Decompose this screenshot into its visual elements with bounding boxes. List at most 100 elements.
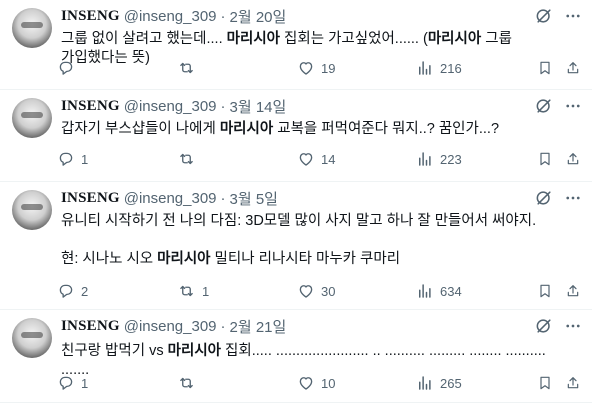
avatar[interactable] — [12, 8, 52, 48]
likes-count: 19 — [321, 60, 336, 76]
bookmark-icon — [537, 374, 553, 392]
retweet-button[interactable] — [177, 57, 202, 79]
display-name[interactable]: INSENG — [61, 8, 120, 25]
avatar[interactable] — [12, 190, 52, 230]
separator-dot: · — [220, 189, 226, 207]
views-button[interactable]: 223 — [416, 148, 462, 170]
user-handle[interactable]: @inseng_309 — [124, 190, 217, 207]
separator-dot: · — [220, 7, 226, 25]
more-options-icon[interactable] — [564, 317, 582, 335]
heart-icon — [297, 150, 315, 168]
views-icon — [416, 374, 434, 392]
reply-button[interactable]: 2 — [57, 280, 88, 302]
bookmark-icon — [537, 150, 553, 168]
share-icon — [565, 282, 581, 300]
bookmark-button[interactable] — [537, 148, 553, 170]
reply-button[interactable]: 1 — [57, 372, 88, 394]
tweet-feed: INSENG @inseng_309 · 2월 20일 그룹 없이 살려고 했는데...… — [0, 0, 592, 403]
avatar[interactable] — [12, 98, 52, 138]
more-options-icon[interactable] — [564, 97, 582, 115]
tweet-date[interactable]: 3월 14일 — [230, 96, 287, 117]
tweet-actions: 19 216 — [57, 57, 585, 79]
heart-icon — [297, 282, 315, 300]
views-button[interactable]: 216 — [416, 57, 462, 79]
retweet-icon — [177, 59, 196, 77]
tweet[interactable]: INSENG @inseng_309 · 2월 21일 친구랑 밥먹기 vs 마리시아 … — [0, 310, 592, 403]
tweet-header: INSENG @inseng_309 · 3월 14일 — [61, 96, 286, 116]
like-button[interactable]: 10 — [297, 372, 335, 394]
bookmark-button[interactable] — [537, 280, 553, 302]
share-button[interactable] — [565, 148, 581, 170]
highlighted-keyword: 마리시아 — [157, 251, 211, 267]
tweet-date[interactable]: 2월 20일 — [230, 6, 287, 27]
grok-icon[interactable] — [534, 6, 554, 26]
views-count: 223 — [440, 151, 462, 167]
views-count: 634 — [440, 283, 462, 299]
share-icon — [565, 59, 581, 77]
reply-icon — [57, 282, 75, 300]
reply-icon — [57, 59, 75, 77]
likes-count: 30 — [321, 283, 336, 299]
views-icon — [416, 150, 434, 168]
tweet-header: INSENG @inseng_309 · 2월 21일 — [61, 316, 286, 336]
highlighted-keyword: 마리시아 — [427, 31, 482, 47]
reply-icon — [57, 374, 75, 392]
like-button[interactable]: 19 — [297, 57, 335, 79]
tweet-text-segment: 교복을 퍼먹여준다 뭐지..? 꿈인가...? — [273, 121, 500, 137]
tweet-text-segment: 밀티나 리나시타 마누카 쿠마리 — [210, 251, 401, 267]
display-name[interactable]: INSENG — [61, 318, 120, 335]
retweet-icon — [177, 374, 196, 392]
header-icons — [534, 96, 582, 116]
bookmark-button[interactable] — [537, 372, 553, 394]
heart-icon — [297, 59, 315, 77]
like-button[interactable]: 14 — [297, 148, 335, 170]
views-icon — [416, 59, 434, 77]
user-handle[interactable]: @inseng_309 — [124, 8, 217, 25]
tweet-text-segment: 집회는 가고싶었어...... ( — [280, 31, 428, 47]
likes-count: 10 — [321, 375, 336, 391]
retweet-button[interactable] — [177, 148, 202, 170]
views-button[interactable]: 265 — [416, 372, 462, 394]
tweet-date[interactable]: 2월 21일 — [230, 316, 287, 337]
more-options-icon[interactable] — [564, 189, 582, 207]
likes-count: 14 — [321, 151, 336, 167]
highlighted-keyword: 마리시아 — [226, 31, 281, 47]
reply-button[interactable]: 1 — [57, 148, 88, 170]
bookmark-button[interactable] — [537, 57, 553, 79]
share-button[interactable] — [565, 57, 581, 79]
tweet-header: INSENG @inseng_309 · 3월 5일 — [61, 188, 278, 208]
more-options-icon[interactable] — [564, 7, 582, 25]
replies-count: 1 — [81, 375, 89, 391]
like-button[interactable]: 30 — [297, 280, 335, 302]
user-handle[interactable]: @inseng_309 — [124, 98, 217, 115]
grok-icon[interactable] — [534, 188, 554, 208]
tweet-date[interactable]: 3월 5일 — [230, 188, 278, 209]
header-icons — [534, 6, 582, 26]
tweet-text: 갑자기 부스샵들이 나에게 마리시아 교복을 퍼먹여준다 뭐지..? 꿈인가..… — [61, 120, 578, 139]
views-button[interactable]: 634 — [416, 280, 462, 302]
grok-icon[interactable] — [534, 316, 554, 336]
tweet-actions: 2 1 30 634 — [57, 280, 585, 302]
replies-count: 2 — [81, 283, 89, 299]
replies-count: 1 — [81, 151, 89, 167]
retweet-button[interactable]: 1 — [177, 280, 209, 302]
header-icons — [534, 316, 582, 336]
avatar[interactable] — [12, 318, 52, 358]
reply-button[interactable] — [57, 57, 81, 79]
grok-icon[interactable] — [534, 96, 554, 116]
share-button[interactable] — [565, 280, 581, 302]
retweet-icon — [177, 150, 196, 168]
separator-dot: · — [220, 97, 226, 115]
tweet[interactable]: INSENG @inseng_309 · 3월 14일갑자기 부스샵들이 나에게 마리… — [0, 90, 592, 182]
user-handle[interactable]: @inseng_309 — [124, 318, 217, 335]
retweet-button[interactable] — [177, 372, 202, 394]
tweet-text-segment: 그룹 없이 살려고 했는데.... — [61, 31, 227, 47]
tweet[interactable]: INSENG @inseng_309 · 3월 5일 유니티 시작하기 전 나의 다짐:… — [0, 182, 592, 310]
tweet-actions: 1 10 265 — [57, 372, 585, 394]
display-name[interactable]: INSENG — [61, 190, 120, 207]
share-button[interactable] — [565, 372, 581, 394]
tweet-text-segment: 갑자기 부스샵들이 나에게 — [61, 121, 220, 137]
tweet[interactable]: INSENG @inseng_309 · 2월 20일 그룹 없이 살려고 했는데...… — [0, 0, 592, 90]
display-name[interactable]: INSENG — [61, 98, 120, 115]
tweet-text-segment: 친구랑 밥먹기 vs — [61, 343, 168, 359]
